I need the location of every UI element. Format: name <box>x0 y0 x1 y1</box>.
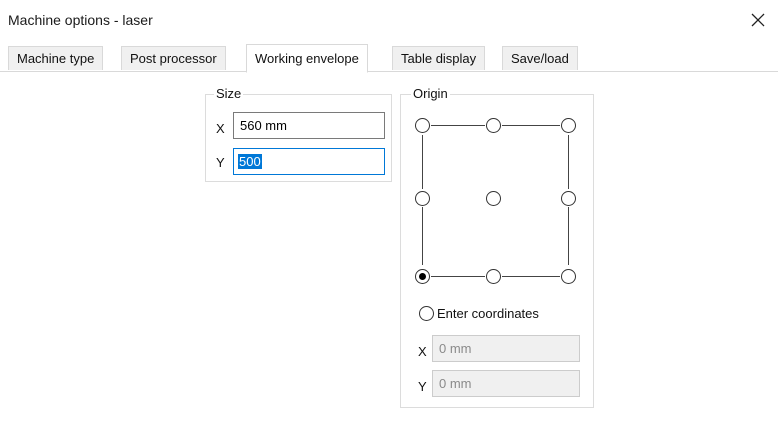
origin-group: Origin Enter coordinates X Y <box>400 86 594 408</box>
origin-middle-right-radio[interactable] <box>561 191 576 206</box>
origin-y-input[interactable] <box>432 370 580 397</box>
origin-bottom-left-radio[interactable] <box>415 269 430 284</box>
origin-top-center-radio[interactable] <box>486 118 501 133</box>
grid-line-left-top <box>422 135 423 189</box>
origin-bottom-right-radio[interactable] <box>561 269 576 284</box>
origin-top-right-radio[interactable] <box>561 118 576 133</box>
enter-coordinates-label[interactable]: Enter coordinates <box>437 306 539 321</box>
grid-line-left-bottom <box>422 207 423 265</box>
origin-bottom-center-radio[interactable] <box>486 269 501 284</box>
size-legend: Size <box>214 86 244 101</box>
size-x-label: X <box>216 121 225 136</box>
enter-coordinates-radio[interactable] <box>419 306 434 321</box>
origin-y-label: Y <box>418 379 427 394</box>
origin-middle-left-radio[interactable] <box>415 191 430 206</box>
close-icon[interactable] <box>744 6 772 34</box>
title-bar: Machine options - laser <box>0 0 778 40</box>
tab-post-processor[interactable]: Post processor <box>121 46 226 70</box>
tab-strip: Machine type Post processor Working enve… <box>0 44 778 73</box>
size-group: Size X Y 500 <box>205 86 392 182</box>
tab-machine-type[interactable]: Machine type <box>8 46 104 70</box>
origin-x-label: X <box>418 344 427 359</box>
origin-legend: Origin <box>411 86 450 101</box>
size-x-input[interactable] <box>233 112 385 139</box>
size-y-input[interactable]: 500 <box>233 148 385 175</box>
grid-line-bottom-right <box>502 276 560 277</box>
size-y-value: 500 <box>238 154 262 169</box>
grid-line-top-left <box>431 125 485 126</box>
tab-working-envelope[interactable]: Working envelope <box>246 44 368 73</box>
window-title: Machine options - laser <box>8 12 153 28</box>
grid-line-top-right <box>502 125 560 126</box>
grid-line-right-bottom <box>568 207 569 265</box>
tab-table-display[interactable]: Table display <box>392 46 486 70</box>
size-y-label: Y <box>216 155 225 170</box>
grid-line-right-top <box>568 135 569 189</box>
grid-line-bottom-left <box>431 276 485 277</box>
tab-save-load[interactable]: Save/load <box>502 46 578 70</box>
origin-x-input[interactable] <box>432 335 580 362</box>
origin-top-left-radio[interactable] <box>415 118 430 133</box>
origin-middle-center-radio[interactable] <box>486 191 501 206</box>
